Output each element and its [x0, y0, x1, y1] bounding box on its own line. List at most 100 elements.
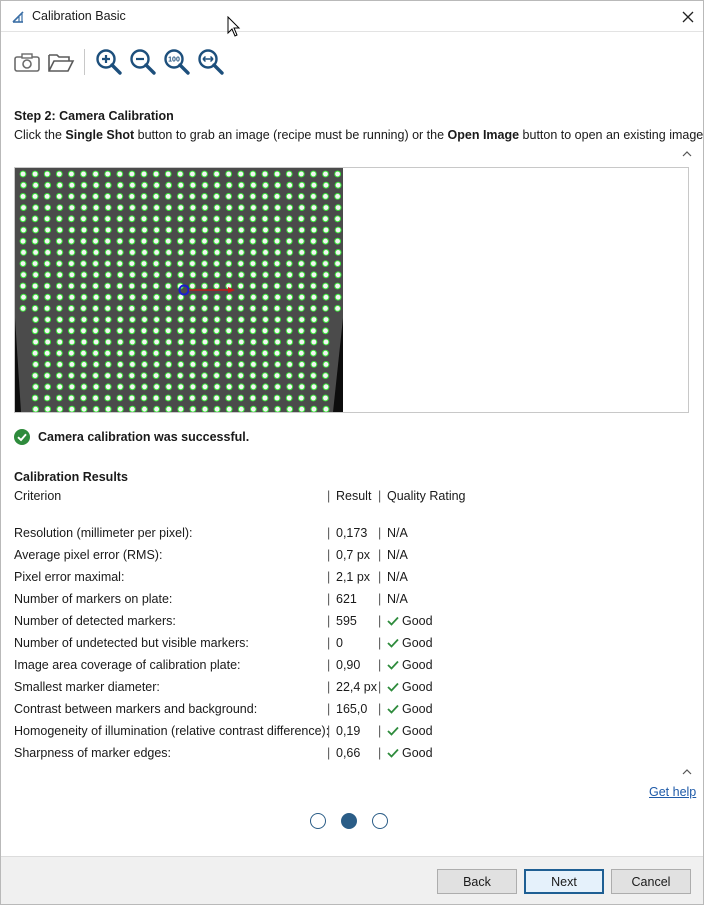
result-cell: 595 [336, 614, 357, 628]
plate-marker [250, 293, 257, 301]
check-icon [387, 638, 399, 648]
plate-marker [116, 249, 124, 256]
plate-marker [334, 237, 341, 245]
image-viewer[interactable] [14, 167, 689, 413]
quality-cell: N/A [387, 526, 408, 540]
zoom-out-button[interactable] [127, 46, 159, 78]
plate-marker [55, 193, 63, 200]
zoom-100-button[interactable]: 100 [161, 46, 193, 78]
plate-marker [213, 215, 221, 223]
plate-marker [32, 293, 39, 301]
plate-marker [334, 260, 341, 267]
quality-cell: Good [387, 658, 433, 672]
zoom-fit-button[interactable] [195, 46, 227, 78]
plate-marker [334, 204, 342, 211]
plate-marker [32, 361, 39, 368]
plate-marker [310, 170, 317, 178]
header-criterion: Criterion [14, 489, 62, 503]
single-shot-button[interactable] [11, 46, 43, 78]
success-check-icon [14, 429, 30, 445]
plate-marker [31, 282, 39, 290]
plate-marker [129, 271, 136, 279]
plate-marker [55, 372, 63, 379]
plate-marker [237, 305, 245, 312]
plate-marker [249, 170, 257, 178]
plate-marker [310, 215, 317, 223]
plate-marker [56, 361, 64, 368]
plate-marker [286, 338, 294, 346]
plate-marker [237, 271, 245, 279]
next-button[interactable]: Next [524, 869, 604, 894]
plate-marker [92, 237, 99, 245]
plate-marker [225, 181, 233, 189]
plate-marker [116, 215, 124, 223]
plate-marker [322, 226, 330, 234]
plate-marker [201, 215, 208, 223]
plate-marker [225, 260, 233, 267]
plate-marker [164, 237, 172, 245]
plate-marker [140, 193, 148, 200]
zoom-in-button[interactable] [93, 46, 125, 78]
plate-marker [152, 215, 160, 223]
plate-marker [286, 271, 294, 279]
plate-marker [165, 383, 173, 391]
plate-marker [237, 349, 245, 357]
plate-marker [19, 282, 27, 290]
plate-marker [32, 271, 39, 279]
plate-marker [104, 181, 112, 189]
plate-marker [176, 327, 184, 335]
plate-marker [164, 193, 172, 200]
plate-marker [250, 361, 257, 368]
plate-marker [237, 260, 245, 267]
plate-marker [43, 305, 51, 312]
plate-marker [141, 361, 148, 368]
plate-marker [164, 372, 172, 379]
open-image-button[interactable] [45, 46, 77, 78]
plate-marker [334, 293, 342, 301]
back-button[interactable]: Back [437, 869, 517, 894]
criterion-cell: Number of detected markers: [14, 614, 176, 628]
step-dot-3[interactable] [372, 813, 388, 829]
plate-marker [213, 305, 221, 312]
plate-marker [80, 226, 88, 234]
plate-marker [261, 170, 269, 178]
plate-marker [43, 193, 51, 200]
plate-marker [153, 249, 161, 256]
plate-marker [225, 349, 233, 357]
plate-marker [189, 193, 196, 200]
collapse-chevron-up-icon[interactable] [681, 150, 693, 158]
calibration-dialog: Calibration Basic 100 Step 2: Camera Cal… [0, 0, 704, 905]
plate-marker [140, 215, 148, 223]
check-icon [387, 748, 399, 758]
cancel-button[interactable]: Cancel [611, 869, 691, 894]
plate-marker [153, 204, 161, 211]
plate-marker [274, 361, 281, 368]
plate-marker [80, 260, 87, 267]
plate-marker [286, 293, 294, 301]
plate-marker [68, 327, 75, 335]
collapse-chevron-up-icon[interactable] [681, 768, 693, 776]
plate-marker [249, 305, 257, 312]
title-bar: Calibration Basic [1, 1, 703, 32]
step-dot-2[interactable] [341, 813, 357, 829]
plate-marker [225, 394, 233, 402]
plate-marker [298, 181, 306, 189]
plate-marker [152, 305, 160, 312]
plate-marker [153, 361, 161, 368]
plate-marker [237, 316, 245, 323]
plate-marker [128, 327, 136, 335]
plate-marker [189, 394, 196, 402]
get-help-link[interactable]: Get help [649, 785, 696, 799]
plate-marker [286, 204, 294, 211]
plate-marker [92, 338, 100, 346]
plate-marker [141, 226, 148, 234]
calibration-plate-image [15, 168, 343, 412]
plate-marker [141, 204, 148, 211]
step-dot-1[interactable] [310, 813, 326, 829]
plate-marker [116, 170, 124, 178]
result-cell: 0,19 [336, 724, 361, 738]
plate-marker [285, 282, 293, 290]
close-button[interactable] [673, 5, 703, 29]
plate-marker [165, 293, 173, 301]
plate-marker [80, 305, 87, 312]
